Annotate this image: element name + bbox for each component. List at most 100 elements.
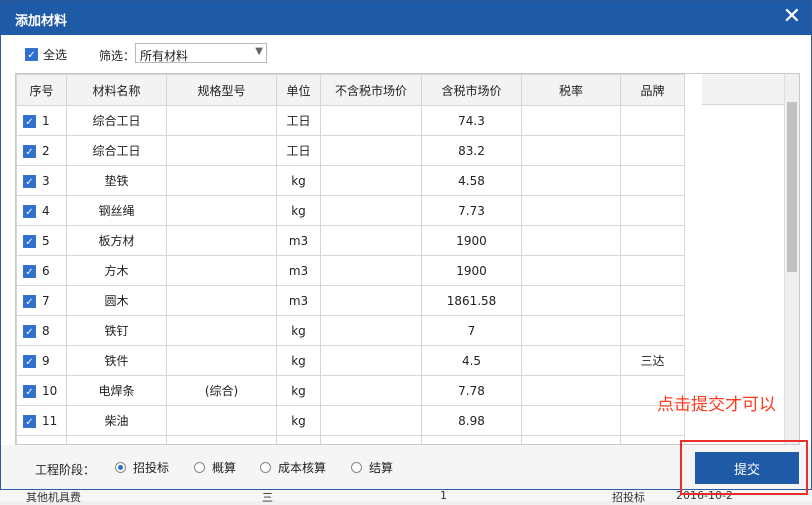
stage-radio-cost[interactable]: 成本核算 (260, 459, 326, 476)
stage-radio-settlement[interactable]: 结算 (351, 459, 393, 476)
table-cell-unit[interactable]: kg (276, 405, 321, 436)
row-number-cell[interactable]: ✓ 8 (16, 315, 67, 346)
table-cell-price-in[interactable]: 7 (421, 315, 522, 346)
table-cell-name[interactable]: 垫铁 (66, 165, 167, 196)
table-cell-tax[interactable] (521, 315, 621, 346)
table-row[interactable]: ✓ 6 方木 m3 1900 (16, 255, 685, 286)
close-icon[interactable]: ✕ (783, 5, 801, 29)
column-header[interactable]: 规格型号 (166, 74, 277, 106)
table-cell-spec[interactable] (166, 105, 277, 136)
table-cell-spec[interactable] (166, 435, 277, 444)
row-number-cell[interactable]: ✓ 2 (16, 135, 67, 166)
table-cell-price-in[interactable]: 4.5 (421, 345, 522, 376)
table-cell-unit[interactable]: m3 (276, 255, 321, 286)
row-number-cell[interactable]: ✓ 10 (16, 375, 67, 406)
table-cell-name[interactable]: 电焊条 (66, 375, 167, 406)
table-cell-price-ex[interactable] (320, 375, 422, 406)
table-cell-price-in[interactable]: 1861.58 (421, 285, 522, 316)
table-row[interactable]: ✓ 10 电焊条 (综合) kg 7.78 (16, 375, 685, 406)
table-cell-price-ex[interactable] (320, 165, 422, 196)
table-cell-name[interactable]: 板方材 (66, 225, 167, 256)
table-cell-price-in[interactable]: 8.98 (421, 405, 522, 436)
table-row[interactable]: ✓ 1 综合工日 工日 74.3 (16, 105, 685, 136)
table-cell-spec[interactable] (166, 135, 277, 166)
table-cell-unit[interactable]: kg (276, 375, 321, 406)
row-number-cell[interactable]: ✓12 (16, 435, 67, 444)
column-header[interactable]: 材料名称 (66, 74, 167, 106)
table-cell-spec[interactable] (166, 315, 277, 346)
table-cell-spec[interactable] (166, 195, 277, 226)
table-cell-unit[interactable]: kg (276, 345, 321, 376)
table-row[interactable]: ✓ 2 综合工日 工日 83.2 (16, 135, 685, 166)
table-cell-price-in[interactable]: 11.4 (421, 435, 522, 444)
row-number-cell[interactable]: ✓ 9 (16, 345, 67, 376)
row-number-cell[interactable]: ✓ 7 (16, 285, 67, 316)
row-checkbox-icon[interactable]: ✓ (23, 294, 36, 308)
table-cell-name[interactable]: 方木 (66, 255, 167, 286)
table-cell-brand[interactable] (620, 225, 685, 256)
table-cell-price-in[interactable]: 1900 (421, 255, 522, 286)
table-cell-tax[interactable] (521, 375, 621, 406)
table-cell-unit[interactable]: kg (276, 315, 321, 346)
table-cell-tax[interactable] (521, 165, 621, 196)
table-cell-name[interactable]: 铁钉 (66, 315, 167, 346)
table-cell-name[interactable]: 柴油 (66, 405, 167, 436)
table-cell-price-ex[interactable] (320, 435, 422, 444)
table-cell-price-ex[interactable] (320, 135, 422, 166)
row-checkbox-icon[interactable]: ✓ (23, 204, 36, 218)
table-cell-price-in[interactable]: 1900 (421, 225, 522, 256)
table-cell-unit[interactable]: kg (276, 195, 321, 226)
table-cell-tax[interactable] (521, 195, 621, 226)
table-cell-name[interactable]: 综合工日 (66, 135, 167, 166)
column-header[interactable]: 税率 (521, 74, 621, 106)
row-checkbox-icon[interactable]: ✓ (23, 144, 36, 158)
table-row[interactable]: ✓ 8 铁钉 kg 7 (16, 315, 685, 346)
table-cell-unit[interactable]: kg (276, 165, 321, 196)
column-header[interactable]: 品牌 (620, 74, 685, 106)
table-cell-name[interactable]: 沥青漆 (66, 435, 167, 444)
table-cell-price-in[interactable]: 83.2 (421, 135, 522, 166)
table-cell-unit[interactable]: 工日 (276, 135, 321, 166)
table-cell-tax[interactable] (521, 345, 621, 376)
table-row[interactable]: ✓12沥青漆 kg 11.4 (16, 435, 685, 444)
table-row[interactable]: ✓ 9 铁件 kg 4.5 三达 (16, 345, 685, 376)
table-cell-price-in[interactable]: 4.58 (421, 165, 522, 196)
column-header[interactable]: 含税市场价 (421, 74, 522, 106)
row-checkbox-icon[interactable]: ✓ (23, 264, 36, 278)
table-cell-price-ex[interactable] (320, 225, 422, 256)
table-cell-spec[interactable]: (综合) (166, 375, 277, 406)
table-cell-price-in[interactable]: 7.78 (421, 375, 522, 406)
row-number-cell[interactable]: ✓ 3 (16, 165, 67, 196)
table-row[interactable]: ✓ 11 柴油 kg 8.98 (16, 405, 685, 436)
table-cell-tax[interactable] (521, 405, 621, 436)
table-cell-tax[interactable] (521, 135, 621, 166)
table-row[interactable]: ✓ 7 圆木 m3 1861.58 (16, 285, 685, 316)
row-checkbox-icon[interactable]: ✓ (23, 414, 36, 428)
row-number-cell[interactable]: ✓ 4 (16, 195, 67, 226)
table-cell-unit[interactable]: m3 (276, 285, 321, 316)
table-row[interactable]: ✓ 3 垫铁 kg 4.58 (16, 165, 685, 196)
select-all-checkbox[interactable]: ✓ 全选 (25, 46, 67, 63)
table-cell-brand[interactable] (620, 285, 685, 316)
table-cell-price-ex[interactable] (320, 105, 422, 136)
table-cell-brand[interactable] (620, 435, 685, 444)
table-cell-price-ex[interactable] (320, 195, 422, 226)
row-checkbox-icon[interactable]: ✓ (23, 354, 36, 368)
table-cell-brand[interactable] (620, 105, 685, 136)
table-cell-spec[interactable] (166, 285, 277, 316)
stage-radio-estimate[interactable]: 概算 (194, 459, 236, 476)
table-cell-tax[interactable] (521, 105, 621, 136)
row-number-cell[interactable]: ✓ 6 (16, 255, 67, 286)
table-cell-spec[interactable] (166, 225, 277, 256)
table-cell-spec[interactable] (166, 345, 277, 376)
table-cell-tax[interactable] (521, 435, 621, 444)
column-header[interactable]: 不含税市场价 (320, 74, 422, 106)
table-cell-price-in[interactable]: 7.73 (421, 195, 522, 226)
table-cell-brand[interactable] (620, 315, 685, 346)
table-cell-spec[interactable] (166, 165, 277, 196)
table-cell-unit[interactable]: kg (276, 435, 321, 444)
table-row[interactable]: ✓ 4 钢丝绳 kg 7.73 (16, 195, 685, 226)
row-number-cell[interactable]: ✓ 1 (16, 105, 67, 136)
column-header[interactable]: 序号 (16, 74, 67, 106)
table-cell-brand[interactable] (620, 165, 685, 196)
